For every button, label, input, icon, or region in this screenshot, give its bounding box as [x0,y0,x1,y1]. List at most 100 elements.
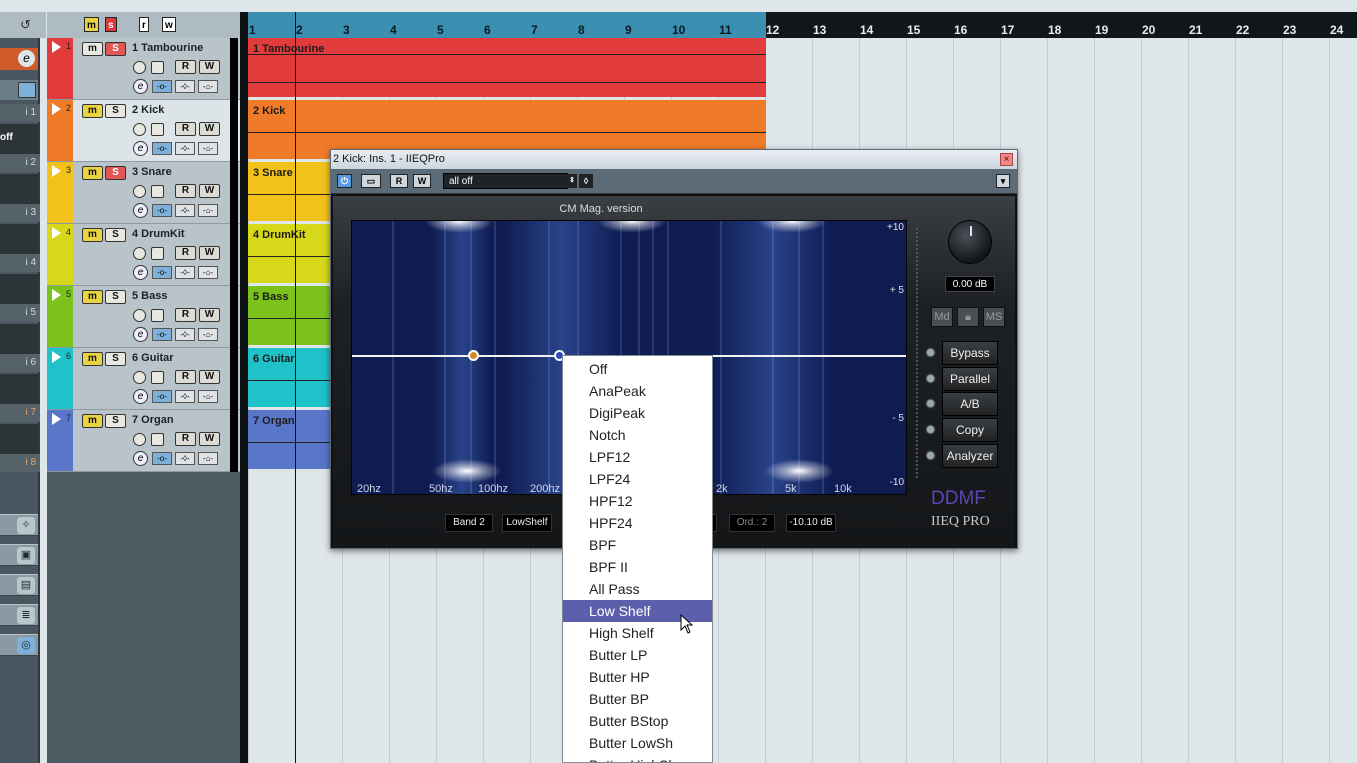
inspector-sends-button[interactable]: ▤ [0,574,38,596]
monitor-icon[interactable] [151,309,164,322]
analyzer-button[interactable]: Analyzer [942,444,998,468]
route-icon[interactable] [18,82,36,98]
play-icon[interactable] [52,227,61,239]
gain-field[interactable]: -10.10 dB [786,514,836,532]
insert-icon[interactable]: -o- [152,390,172,403]
track-row[interactable]: 6 m S 6 Guitar R W e -o- -◊- -⌂- [47,348,240,410]
inspector-header[interactable]: e [0,48,38,70]
track-name[interactable]: 5 Bass [132,290,167,302]
record-enable-icon[interactable] [133,123,146,136]
eq-icon[interactable]: -◊- [175,80,195,93]
dropdown-item[interactable]: HPF24 [563,512,712,534]
write-all-button[interactable]: w [162,17,176,32]
gain-value[interactable]: 0.00 dB [945,276,995,292]
solo-button[interactable]: S [105,290,126,304]
sends-icon[interactable]: -⌂- [198,452,218,465]
dropdown-item[interactable]: AnaPeak [563,380,712,402]
eq-icon[interactable]: -◊- [175,328,195,341]
solo-button[interactable]: S [105,166,126,180]
sends-icon[interactable]: -⌂- [198,204,218,217]
edit-channel-button[interactable]: e [133,327,148,342]
bypass-button[interactable]: Bypass [942,341,998,365]
inspector-field[interactable]: off [0,124,38,154]
dropdown-item[interactable]: Butter HP [563,666,712,688]
edit-channel-button[interactable]: e [133,141,148,156]
eq-icon[interactable]: -◊- [175,266,195,279]
parallel-button[interactable]: Parallel [942,367,998,391]
write-button[interactable]: W [199,122,220,136]
solo-button[interactable]: S [105,414,126,428]
track-row[interactable]: 3 m S 3 Snare R W e -o- -◊- -⌂- [47,162,240,224]
mute-button[interactable]: m [82,104,103,118]
track-row[interactable]: 2 m S 2 Kick R W e -o- -◊- -⌂- [47,100,240,162]
write-button[interactable]: W [199,432,220,446]
read-button[interactable]: R [175,370,196,384]
record-enable-icon[interactable] [133,433,146,446]
dropdown-item[interactable]: DigiPeak [563,402,712,424]
inspector-field[interactable] [0,274,38,304]
track-row[interactable]: 5 m S 5 Bass R W e -o- -◊- -⌂- [47,286,240,348]
mute-button[interactable]: m [82,228,103,242]
write-button[interactable]: W [199,308,220,322]
dropdown-item[interactable]: Butter HighSh [563,754,712,762]
inspector-notes-button[interactable]: ≣ [0,604,38,626]
solo-button[interactable]: S [105,352,126,366]
inspector-field[interactable] [0,174,38,204]
monitor-icon[interactable] [151,433,164,446]
insert-icon[interactable]: -o- [152,80,172,93]
read-button[interactable]: R [175,122,196,136]
band1-node[interactable] [468,350,479,361]
play-icon[interactable] [52,41,61,53]
write-button[interactable]: W [199,60,220,74]
dropdown-item[interactable]: Notch [563,424,712,446]
track-name[interactable]: 2 Kick [132,104,164,116]
inspector-field[interactable] [0,424,38,454]
sends-icon[interactable]: -⌂- [198,80,218,93]
solo-all-button[interactable]: s [105,17,117,32]
chevron-down-icon[interactable]: ▾ [996,174,1010,188]
play-icon[interactable] [52,289,61,301]
eq-icon[interactable]: -◊- [175,142,195,155]
inspector-channel-button[interactable]: ◎ [0,634,38,656]
power-icon[interactable]: ⏻ [337,174,352,188]
read-button[interactable]: R [175,308,196,322]
edit-channel-button[interactable]: e [133,265,148,280]
dropdown-item[interactable]: LPF24 [563,468,712,490]
record-enable-icon[interactable] [133,185,146,198]
dropdown-item[interactable]: All Pass [563,578,712,600]
solo-button[interactable]: S [105,104,126,118]
event-part[interactable]: 3 Snare [248,162,330,221]
monitor-icon[interactable] [151,185,164,198]
insert-icon[interactable]: -o- [152,204,172,217]
sends-icon[interactable]: -⌂- [198,328,218,341]
mute-button[interactable]: m [82,166,103,180]
preset-browser-icon[interactable]: ◊ [579,174,593,188]
play-icon[interactable] [52,351,61,363]
ab-button[interactable]: A/B [942,392,998,416]
solo-button[interactable]: S [105,228,126,242]
track-name[interactable]: 1 Tambourine [132,42,203,54]
sync-icon[interactable]: ↺ [20,17,31,33]
dropdown-item[interactable]: LPF12 [563,446,712,468]
read-all-button[interactable]: r [139,17,149,32]
plugin-title[interactable]: 2 Kick: Ins. 1 - IIEQPro [331,150,1017,169]
inspector-inserts-button[interactable]: ▣ [0,544,38,566]
write-button[interactable]: W [199,246,220,260]
read-button[interactable]: R [175,184,196,198]
order-field[interactable]: Ord.: 2 [729,514,775,532]
mute-button[interactable]: m [82,352,103,366]
edit-channel-button[interactable]: e [133,79,148,94]
insert-icon[interactable]: -o- [152,328,172,341]
dropdown-item[interactable]: Butter BP [563,688,712,710]
dropdown-item[interactable]: BPF [563,534,712,556]
edit-icon[interactable]: e [18,50,35,67]
record-enable-icon[interactable] [133,371,146,384]
track-row[interactable]: 4 m S 4 DrumKit R W e -o- -◊- -⌂- [47,224,240,286]
play-icon[interactable] [52,413,61,425]
gain-knob[interactable] [948,220,992,264]
write-button[interactable]: W [199,370,220,384]
inspector-row[interactable] [0,80,38,100]
dropdown-item[interactable]: Butter BStop [563,710,712,732]
record-enable-icon[interactable] [133,309,146,322]
dropdown-item[interactable]: BPF II [563,556,712,578]
